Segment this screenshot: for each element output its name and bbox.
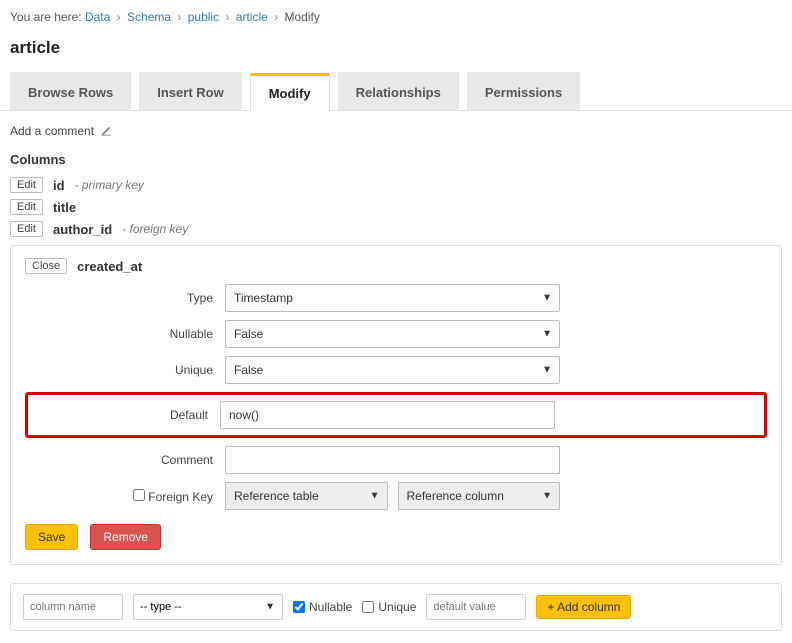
column-row: Edit title [10,199,782,215]
column-name: id [53,178,65,193]
chevron-right-icon: › [274,10,278,24]
tab-browse-rows[interactable]: Browse Rows [10,72,131,110]
unique-label: Unique [25,363,225,377]
breadcrumb-link[interactable]: Data [85,10,110,24]
new-column-name-input[interactable] [23,594,123,620]
type-select[interactable]: Timestamp [225,284,560,312]
foreign-key-checkbox[interactable] [133,489,145,501]
edit-button[interactable]: Edit [10,177,43,193]
add-comment-link[interactable]: Add a comment [10,124,112,138]
edit-icon [100,125,112,137]
nullable-checkbox-label[interactable]: Nullable [293,600,352,614]
tab-permissions[interactable]: Permissions [467,72,580,110]
chevron-right-icon: › [225,10,229,24]
column-name: title [53,200,76,215]
edit-button[interactable]: Edit [10,199,43,215]
comment-label: Comment [25,453,225,467]
chevron-right-icon: › [177,10,181,24]
columns-header: Columns [10,152,782,167]
edit-button[interactable]: Edit [10,221,43,237]
chevron-right-icon: › [117,10,121,24]
column-meta: - primary key [75,178,144,192]
open-column-name: created_at [77,259,142,274]
breadcrumb-current: Modify [284,10,319,24]
tab-insert-row[interactable]: Insert Row [139,72,241,110]
fk-ref-column-select[interactable]: Reference column [398,482,561,510]
remove-button[interactable]: Remove [90,524,161,550]
nullable-select[interactable]: False [225,320,560,348]
new-column-default-input[interactable] [426,594,526,620]
unique-checkbox-label[interactable]: Unique [362,600,416,614]
breadcrumb: You are here: Data › Schema › public › a… [0,0,792,32]
default-highlight: Default [25,392,767,438]
breadcrumb-prefix: You are here: [10,10,82,24]
type-label: Type [25,291,225,305]
unique-select[interactable]: False [225,356,560,384]
comment-input[interactable] [225,446,560,474]
breadcrumb-link[interactable]: Schema [127,10,171,24]
tab-relationships[interactable]: Relationships [338,72,459,110]
add-column-panel: -- type -- ▼ Nullable Unique + Add colum… [10,583,782,631]
default-input[interactable] [220,401,555,429]
close-button[interactable]: Close [25,258,67,274]
page-title: article [0,32,792,72]
fk-ref-table-select[interactable]: Reference table [225,482,388,510]
tabs: Browse Rows Insert Row Modify Relationsh… [0,72,792,111]
breadcrumb-link[interactable]: article [236,10,268,24]
breadcrumb-link[interactable]: public [188,10,219,24]
column-row: Edit author_id - foreign key [10,221,782,237]
foreign-key-label: Foreign Key [25,489,225,504]
column-meta: - foreign key [122,222,188,236]
column-name: author_id [53,222,112,237]
add-column-button[interactable]: + Add column [536,595,631,619]
tab-modify[interactable]: Modify [250,73,330,111]
default-label: Default [38,408,220,422]
add-comment-label: Add a comment [10,124,94,138]
new-column-type-select[interactable]: -- type -- [133,594,283,620]
column-row: Edit id - primary key [10,177,782,193]
nullable-label: Nullable [25,327,225,341]
save-button[interactable]: Save [25,524,78,550]
column-edit-panel: Close created_at Type Timestamp ▼ Nullab… [10,245,782,565]
